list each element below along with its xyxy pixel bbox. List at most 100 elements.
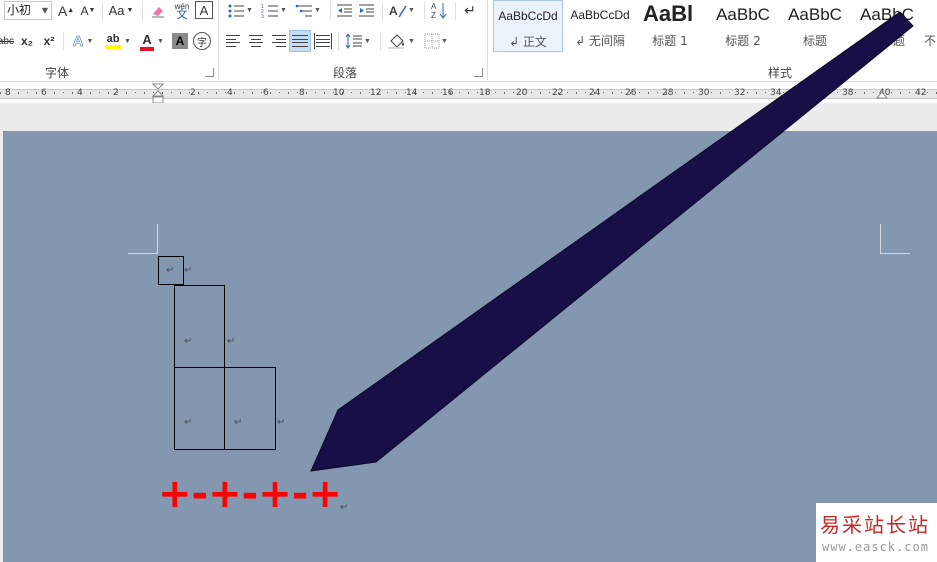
multilevel-list-button[interactable]: ▼ bbox=[292, 1, 324, 20]
right-indent-marker[interactable] bbox=[876, 91, 888, 99]
numbering-button[interactable]: 123 ▼ bbox=[258, 1, 290, 20]
strikethrough-button[interactable]: abc bbox=[0, 32, 14, 50]
paint-bucket-icon bbox=[388, 34, 405, 49]
change-case-button[interactable]: Aa ▼ bbox=[106, 1, 136, 20]
shrink-font-button[interactable]: A ▼ bbox=[78, 1, 98, 20]
ruler-tick bbox=[540, 92, 541, 94]
style-heading-2[interactable]: AaBbC 标题 2 bbox=[708, 0, 778, 52]
ruler-tick bbox=[666, 92, 667, 94]
ruler-tick bbox=[180, 92, 181, 94]
style-subtitle[interactable]: AaBbC 副标题 bbox=[852, 0, 922, 52]
superscript-button[interactable]: x² bbox=[40, 32, 58, 50]
style-heading-1[interactable]: AaBl 标题 1 bbox=[637, 0, 703, 52]
style-title[interactable]: AaBbC 标题 bbox=[780, 0, 850, 52]
increase-indent-button[interactable] bbox=[356, 1, 376, 20]
horizontal-ruler[interactable]: 8642246810121416182022242628303234363840… bbox=[0, 83, 937, 105]
ruler-tick bbox=[297, 92, 298, 93]
subscript-button[interactable]: x₂ bbox=[18, 32, 36, 50]
ruler-tick bbox=[432, 92, 433, 94]
ruler-tick bbox=[36, 92, 37, 94]
justify-button[interactable] bbox=[289, 30, 311, 52]
indent-markers-icon[interactable] bbox=[152, 83, 164, 105]
ruler-tick bbox=[504, 92, 505, 94]
font-size-dropdown[interactable]: 小初 ▼ bbox=[4, 1, 52, 20]
paragraph-dialog-launcher[interactable] bbox=[474, 68, 483, 77]
style-preview: AaBbC bbox=[860, 5, 914, 24]
ruler-number: 16 bbox=[442, 88, 454, 98]
ruler-tick bbox=[765, 92, 766, 93]
formula-text[interactable]: +-+-+-+ bbox=[158, 472, 342, 516]
style-no-spacing[interactable]: AaBbCcDd ↲ 无间隔 bbox=[565, 0, 635, 52]
highlight-color-button[interactable]: ab ▼ bbox=[102, 30, 134, 52]
ruler-tick bbox=[261, 92, 262, 93]
line-spacing-icon bbox=[345, 33, 363, 49]
style-name: 不 bbox=[924, 34, 937, 48]
distributed-button[interactable] bbox=[313, 31, 333, 51]
character-border-button[interactable]: A bbox=[195, 1, 213, 19]
chevron-down-icon: ▼ bbox=[408, 7, 415, 14]
ruler-tick bbox=[108, 92, 109, 94]
font-color-icon: A bbox=[142, 31, 152, 47]
clear-formatting-button[interactable] bbox=[148, 1, 168, 20]
ruler-tick bbox=[747, 92, 748, 93]
ruler-tick bbox=[369, 92, 370, 93]
ruler-tick bbox=[909, 92, 910, 93]
ruler-tick bbox=[189, 92, 190, 93]
style-name: ↲ 正文 bbox=[509, 35, 547, 49]
align-left-button[interactable] bbox=[224, 31, 244, 51]
ruler-number: 6 bbox=[263, 88, 269, 98]
show-hide-marks-button[interactable]: ↵ bbox=[460, 1, 480, 20]
ruler-tick bbox=[207, 92, 208, 93]
table-cell-tall[interactable] bbox=[174, 285, 225, 368]
ruler-tick bbox=[819, 92, 820, 93]
ruler-tick bbox=[612, 92, 613, 94]
line-spacing-button[interactable]: ▼ bbox=[342, 31, 374, 51]
svg-text:3: 3 bbox=[261, 14, 264, 19]
ruler-number: 12 bbox=[370, 88, 382, 98]
grow-font-button[interactable]: A ▲ bbox=[56, 1, 76, 20]
sort-button[interactable]: AZ bbox=[428, 0, 450, 21]
shading-button[interactable]: ▼ bbox=[384, 31, 418, 51]
font-color-button[interactable]: A ▼ bbox=[137, 30, 167, 52]
svg-text:Z: Z bbox=[431, 11, 436, 20]
ruler-tick bbox=[45, 92, 46, 93]
ruler-tick bbox=[810, 92, 811, 94]
ruler-tick bbox=[675, 92, 676, 93]
ruler-tick bbox=[846, 92, 847, 94]
ruler-tick bbox=[90, 92, 91, 94]
ruler-tick bbox=[729, 92, 730, 93]
enclose-characters-button[interactable]: 字 bbox=[193, 32, 211, 50]
change-case-label: Aa bbox=[108, 3, 125, 18]
document-page[interactable] bbox=[3, 131, 937, 562]
bullets-button[interactable]: ▼ bbox=[224, 1, 256, 20]
align-right-button[interactable] bbox=[268, 31, 288, 51]
decrease-indent-button[interactable] bbox=[334, 1, 354, 20]
top-right-margin-corner bbox=[880, 224, 910, 254]
text-effects-button[interactable]: A ▼ bbox=[68, 32, 98, 50]
font-dialog-launcher[interactable] bbox=[205, 68, 214, 77]
font-size-value: 小初 bbox=[7, 3, 32, 17]
ruler-tick bbox=[126, 92, 127, 94]
ruler-tick bbox=[837, 92, 838, 93]
chevron-down-icon: ▼ bbox=[157, 37, 164, 45]
chevron-down-icon: ▼ bbox=[364, 37, 371, 45]
ruler-tick bbox=[684, 92, 685, 94]
ruler-tick bbox=[702, 92, 703, 94]
chinese-layout-button[interactable]: A ▼ bbox=[386, 1, 418, 20]
paragraph-mark: ↵ bbox=[184, 336, 193, 347]
style-normal[interactable]: AaBbCcDd ↲ 正文 bbox=[493, 0, 563, 52]
ruler-tick bbox=[801, 92, 802, 93]
phonetic-guide-button[interactable]: wén 文 bbox=[172, 0, 192, 21]
paragraph-mark: ↵ bbox=[234, 417, 243, 428]
ruler-tick bbox=[720, 92, 721, 94]
align-center-button[interactable] bbox=[246, 31, 266, 51]
table-cell-bottom-left[interactable] bbox=[174, 367, 225, 450]
ruler-number: 18 bbox=[479, 88, 491, 98]
borders-button[interactable]: ▼ bbox=[420, 31, 452, 51]
align-center-icon bbox=[247, 33, 265, 49]
character-shading-button[interactable]: A bbox=[172, 33, 188, 49]
ruler-tick bbox=[342, 92, 343, 94]
style-more[interactable]: 不 bbox=[922, 0, 937, 52]
chevron-down-icon: ▼ bbox=[41, 6, 48, 15]
table-cell-bottom-right[interactable] bbox=[224, 367, 276, 450]
